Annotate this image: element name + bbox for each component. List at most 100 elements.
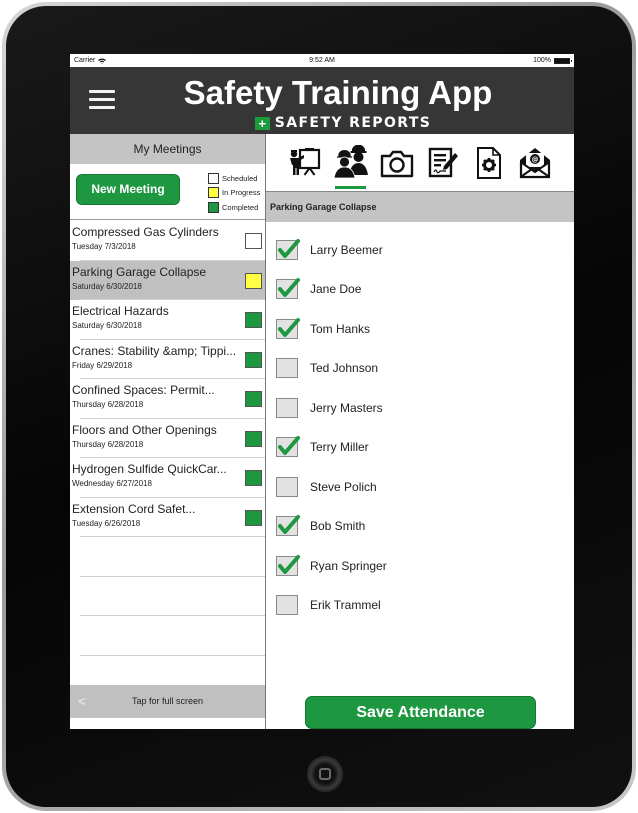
attendee-row[interactable]: Larry Beemer: [266, 230, 574, 270]
attendee-name: Erik Trammel: [310, 598, 381, 613]
attendee-name: Ryan Springer: [310, 558, 387, 573]
attendee-row[interactable]: Terry Miller: [266, 428, 574, 468]
status-time: 9:52 AM: [309, 57, 335, 64]
meeting-date: Friday 6/29/2018: [72, 360, 133, 370]
camera-icon[interactable]: [374, 143, 419, 183]
legend-swatch: [208, 201, 219, 213]
attendee-row[interactable]: Bob Smith: [266, 507, 574, 547]
meeting-status-indicator: [245, 312, 262, 328]
status-bar: Carrier 9:52 AM 100%: [70, 54, 574, 67]
attendee-name: Bob Smith: [310, 519, 366, 534]
meeting-list-item[interactable]: Floors and Other Openings Thursday 6/28/2…: [70, 419, 265, 459]
attendance-checkbox[interactable]: [276, 436, 300, 458]
meeting-status-indicator: [245, 351, 262, 368]
fullscreen-label: Tap for full screen: [131, 696, 204, 706]
meeting-list-item[interactable]: Hydrogen Sulfide QuickCar... Wednesday 6/…: [70, 458, 265, 498]
meeting-date: Wednesday 6/27/2018: [72, 479, 152, 488]
chevron-left-icon[interactable]: <: [78, 685, 86, 718]
meeting-list-item[interactable]: Confined Spaces: Permit... Thursday 6/28/…: [70, 379, 265, 419]
meeting-name: Floors and Other Openings: [72, 422, 217, 437]
attendee-name: Ted Johnson: [310, 361, 379, 376]
new-meeting-button[interactable]: New Meeting: [76, 174, 180, 205]
legend-label: In Progress: [222, 188, 261, 198]
meeting-status-indicator: [245, 470, 262, 486]
attendee-name: Jane Doe: [310, 282, 362, 297]
meetings-title: My Meetings: [70, 134, 265, 164]
attendee-name: Larry Beemer: [310, 242, 383, 257]
meeting-date: Saturday 6/30/2018: [72, 321, 142, 330]
attendee-name: Jerry Masters: [310, 400, 383, 415]
app-screen: Carrier 9:52 AM 100% Safety Training App…: [70, 54, 574, 729]
legend-swatch: [208, 187, 219, 199]
battery-icon: [554, 57, 572, 64]
app-header: Safety Training App + SAFETY REPORTS: [70, 67, 574, 134]
meeting-list-item[interactable]: Electrical Hazards Saturday 6/30/2018: [70, 300, 265, 340]
attendee-name: Tom Hanks: [310, 321, 371, 336]
empty-list-row: [70, 537, 265, 577]
attendance-pane: @ Parking Garage Collapse Larry Beemer Ja…: [266, 134, 574, 729]
brand-text: SAFETY REPORTS: [274, 115, 432, 131]
meeting-list-item[interactable]: Compressed Gas Cylinders Tuesday 7/3/2018: [70, 221, 265, 261]
meeting-name: Compressed Gas Cylinders: [72, 225, 219, 239]
attendance-checkbox[interactable]: [276, 515, 300, 537]
attendee-row[interactable]: Ted Johnson: [266, 349, 574, 389]
meeting-status-indicator: [245, 233, 262, 249]
meeting-date: Tuesday 7/3/2018: [72, 242, 136, 251]
home-button[interactable]: [307, 756, 343, 792]
tab-bar: @: [266, 134, 574, 191]
svg-text:@: @: [531, 155, 538, 163]
brand-logo: + SAFETY REPORTS: [70, 115, 574, 131]
meeting-date: Saturday 6/30/2018: [72, 281, 142, 291]
meeting-status-indicator: [245, 430, 262, 447]
meeting-status-indicator: [245, 272, 262, 289]
attendance-checkbox[interactable]: [276, 358, 298, 379]
attendee-name: Steve Polich: [310, 479, 377, 494]
legend-item: Scheduled: [208, 171, 260, 186]
attendance-checkbox[interactable]: [276, 238, 300, 260]
attendance-checkbox[interactable]: [276, 278, 300, 300]
email-icon[interactable]: @: [512, 143, 557, 183]
save-attendance-button[interactable]: Save Attendance: [305, 696, 536, 729]
sign-document-icon[interactable]: [420, 143, 465, 183]
meeting-name: Parking Garage Collapse: [72, 264, 207, 279]
meeting-date: Thursday 6/28/2018: [72, 400, 144, 409]
attendee-row[interactable]: Erik Trammel: [266, 586, 574, 626]
attendance-checkbox[interactable]: [276, 397, 298, 418]
workers-icon[interactable]: [328, 143, 373, 189]
attendee-row[interactable]: Ryan Springer: [266, 546, 574, 586]
document-settings-icon[interactable]: [466, 143, 511, 183]
meeting-name: Confined Spaces: Permit...: [72, 383, 215, 397]
legend-label: Scheduled: [222, 173, 258, 183]
attendee-row[interactable]: Jane Doe: [266, 270, 574, 310]
meeting-list-item[interactable]: Extension Cord Safet... Tuesday 6/26/2018: [70, 498, 265, 538]
attendee-name: Terry Miller: [310, 440, 369, 455]
fullscreen-button[interactable]: < Tap for full screen: [70, 685, 265, 718]
meeting-name: Hydrogen Sulfide QuickCar...: [72, 462, 227, 476]
plus-icon: +: [254, 116, 270, 130]
meeting-name: Electrical Hazards: [72, 304, 169, 318]
attendee-list: Larry Beemer Jane Doe Tom Hanks Ted Johnson…: [266, 222, 574, 625]
meetings-pane: My Meetings New Meeting Scheduled In Prog…: [70, 134, 266, 729]
meeting-name: Cranes: Stability &amp; Tippi...: [72, 343, 237, 358]
attendee-row[interactable]: Tom Hanks: [266, 309, 574, 349]
legend-item: Completed: [208, 200, 260, 215]
attendance-checkbox[interactable]: [276, 317, 300, 339]
meeting-list: Compressed Gas Cylinders Tuesday 7/3/2018…: [70, 221, 265, 695]
meeting-list-item[interactable]: Cranes: Stability &amp; Tippi... Friday 6…: [70, 340, 265, 380]
app-title: Safety Training App: [183, 74, 493, 111]
attendance-checkbox[interactable]: [276, 476, 298, 497]
attendance-checkbox[interactable]: [276, 554, 300, 576]
attendance-checkbox[interactable]: [276, 595, 298, 616]
legend-label: Completed: [222, 202, 259, 212]
attendee-row[interactable]: Jerry Masters: [266, 388, 574, 428]
legend-item: In Progress: [208, 186, 260, 201]
meeting-list-item[interactable]: Parking Garage Collapse Saturday 6/30/201…: [70, 260, 265, 300]
meeting-name: Extension Cord Safet...: [72, 501, 196, 516]
legend-swatch: [208, 172, 219, 184]
presenter-icon[interactable]: [282, 143, 327, 183]
empty-list-row: [70, 616, 265, 656]
meeting-date: Tuesday 6/26/2018: [72, 518, 141, 528]
selected-meeting-title: Parking Garage Collapse: [266, 191, 574, 222]
meeting-date: Thursday 6/28/2018: [72, 439, 144, 449]
attendee-row[interactable]: Steve Polich: [266, 467, 574, 507]
